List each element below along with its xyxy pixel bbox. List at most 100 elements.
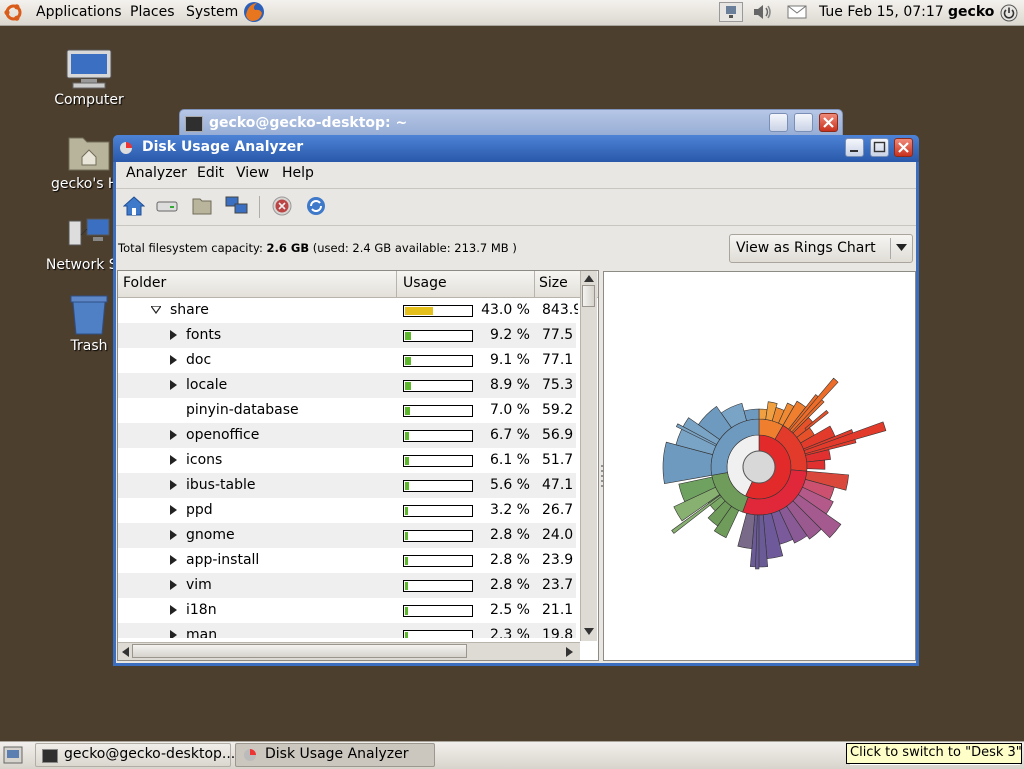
places-menu[interactable]: Places (130, 4, 175, 20)
terminal-icon (185, 116, 203, 132)
folder-row-app-install[interactable]: app-install 2.8 % 23.9 (118, 548, 576, 573)
terminal-window-title: gecko@gecko-desktop: ~ (209, 115, 408, 131)
horizontal-scrollbar[interactable] (118, 642, 580, 660)
menu-help[interactable]: Help (282, 165, 314, 181)
folder-size: 47.1 (542, 477, 574, 493)
expander-collapsed-icon[interactable] (170, 355, 178, 365)
scan-home-button[interactable] (120, 193, 148, 219)
ubuntu-logo-icon[interactable] (4, 3, 23, 22)
show-desktop-icon[interactable] (3, 746, 23, 764)
scroll-up-icon[interactable] (584, 274, 594, 282)
folder-row-icons[interactable]: icons 6.1 % 51.7 (118, 448, 576, 473)
menu-edit[interactable]: Edit (197, 165, 224, 181)
firefox-icon[interactable] (243, 1, 265, 23)
expander-expanded-icon[interactable] (151, 306, 161, 314)
column-header-folder[interactable]: Folder (123, 275, 166, 291)
shutdown-icon[interactable] (999, 3, 1019, 23)
column-header-size[interactable]: Size (539, 275, 568, 291)
minimize-button[interactable] (769, 113, 788, 132)
usage-bar-fill (405, 557, 408, 565)
rescan-button[interactable] (302, 193, 330, 219)
desktop-icon-computer[interactable]: Computer (39, 48, 139, 108)
folder-size: 75.3 (542, 377, 574, 393)
home-folder-icon (65, 132, 113, 174)
expander-collapsed-icon[interactable] (170, 480, 178, 490)
stop-icon (272, 196, 292, 216)
folder-row-man[interactable]: man 2.3 % 19.8 (118, 623, 576, 638)
folder-row-share[interactable]: share 43.0 % 843.9 (118, 298, 578, 323)
computer-icon (65, 48, 113, 90)
folder-name: ppd (186, 502, 213, 518)
folder-row-gnome[interactable]: gnome 2.8 % 24.0 (118, 523, 576, 548)
scan-remote-button[interactable] (223, 193, 251, 219)
rings-chart[interactable] (603, 271, 916, 661)
stop-scan-button[interactable] (268, 193, 296, 219)
ring-segment[interactable] (743, 408, 760, 422)
expander-collapsed-icon[interactable] (170, 630, 178, 638)
system-menu[interactable]: System (186, 4, 238, 20)
usage-percent: 2.8 % (489, 577, 530, 593)
expander-collapsed-icon[interactable] (170, 430, 178, 440)
folder-name: gnome (186, 527, 235, 543)
view-chart-select[interactable]: View as Rings Chart (729, 234, 913, 263)
expander-collapsed-icon[interactable] (170, 530, 178, 540)
folder-name: pinyin-database (186, 402, 299, 418)
folder-row-ibus-table[interactable]: ibus-table 5.6 % 47.1 (118, 473, 576, 498)
applications-menu[interactable]: Applications (36, 4, 122, 20)
ring-segment[interactable] (806, 459, 826, 470)
folder-icon (192, 198, 212, 215)
expander-collapsed-icon[interactable] (170, 330, 178, 340)
scan-folder-button[interactable] (188, 193, 216, 219)
clock[interactable]: Tue Feb 15, 07:17 (819, 4, 944, 20)
usage-bar-fill (405, 532, 408, 540)
scroll-down-icon[interactable] (584, 628, 594, 636)
close-button[interactable] (819, 113, 838, 132)
expander-collapsed-icon[interactable] (170, 380, 178, 390)
usage-bar-fill (405, 457, 409, 465)
usage-bar-fill (405, 632, 408, 638)
folder-name: app-install (186, 552, 260, 568)
expander-collapsed-icon[interactable] (170, 555, 178, 565)
user-name[interactable]: gecko (948, 4, 994, 20)
ring-segment[interactable] (737, 512, 756, 550)
h-scroll-thumb[interactable] (132, 644, 467, 658)
minimize-icon (850, 150, 858, 152)
menu-analyzer[interactable]: Analyzer (126, 165, 187, 181)
folder-row-vim[interactable]: vim 2.8 % 23.7 (118, 573, 576, 598)
close-button[interactable] (894, 138, 913, 157)
network-status-icon[interactable] (719, 2, 743, 22)
expander-collapsed-icon[interactable] (170, 605, 178, 615)
folder-row-openoffice[interactable]: openoffice 6.7 % 56.9 (118, 423, 576, 448)
rings-center[interactable] (742, 450, 776, 484)
scroll-thumb[interactable] (582, 285, 595, 307)
volume-icon[interactable] (751, 3, 773, 21)
analyzer-titlebar[interactable]: Disk Usage Analyzer (113, 135, 919, 162)
expander-collapsed-icon[interactable] (170, 505, 178, 515)
scroll-left-icon[interactable] (121, 647, 129, 657)
vertical-scrollbar[interactable] (580, 271, 597, 641)
minimize-button[interactable] (845, 138, 864, 157)
folder-row-ppd[interactable]: ppd 3.2 % 26.7 (118, 498, 576, 523)
folder-row-locale[interactable]: locale 8.9 % 75.3 (118, 373, 576, 398)
folder-name: fonts (186, 327, 222, 343)
column-header-usage[interactable]: Usage (403, 275, 447, 291)
folder-row-pinyin-database[interactable]: pinyin-database 7.0 % 59.2 (118, 398, 576, 423)
expander-collapsed-icon[interactable] (170, 455, 178, 465)
mail-icon[interactable] (787, 5, 807, 19)
folder-row-i18n[interactable]: i18n 2.5 % 21.1 (118, 598, 576, 623)
maximize-button[interactable] (870, 138, 889, 157)
desktop-icon-label: Computer (54, 92, 124, 108)
capacity-detail: (used: 2.4 GB available: 213.7 MB ) (312, 241, 517, 255)
expander-collapsed-icon[interactable] (170, 580, 178, 590)
usage-percent: 3.2 % (489, 502, 530, 518)
folder-row-doc[interactable]: doc 9.1 % 77.1 (118, 348, 576, 373)
taskbar-item-terminal[interactable]: gecko@gecko-desktop... (35, 743, 235, 767)
scan-filesystem-button[interactable] (153, 193, 181, 219)
folder-row-fonts[interactable]: fonts 9.2 % 77.5 (118, 323, 576, 348)
scroll-right-icon[interactable] (566, 647, 574, 657)
rings-chart-svg[interactable] (604, 272, 915, 660)
maximize-button[interactable] (794, 113, 813, 132)
usage-percent: 5.6 % (489, 477, 530, 493)
taskbar-item-analyzer[interactable]: Disk Usage Analyzer (235, 743, 435, 767)
menu-view[interactable]: View (236, 165, 269, 181)
